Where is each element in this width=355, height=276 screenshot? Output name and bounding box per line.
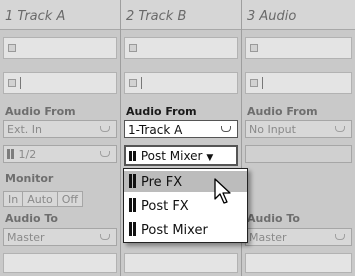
- audio-from-label: Audio From: [126, 105, 197, 118]
- clip-slot[interactable]: [3, 72, 117, 94]
- empty-field: [245, 253, 352, 273]
- stop-icon: [250, 44, 258, 52]
- empty-field: [245, 145, 352, 163]
- clip-slot[interactable]: [245, 37, 352, 59]
- audio-to-label: Audio To: [247, 212, 300, 225]
- audio-from-select[interactable]: 1-Track A: [124, 120, 238, 138]
- bars-icon: [129, 151, 132, 161]
- bars-icon: [129, 198, 137, 216]
- monitor-off-button[interactable]: Off: [56, 191, 84, 207]
- chevron-down-icon: [335, 234, 345, 240]
- triangle-down-icon: ▼: [206, 153, 214, 163]
- channel-select[interactable]: 1/2: [3, 145, 117, 163]
- divider-icon: [262, 77, 263, 89]
- empty-field: [3, 253, 117, 273]
- clip-slot[interactable]: [3, 37, 117, 59]
- track-column-3: 3 Audio Audio From No Input Audio To Mas…: [242, 0, 355, 276]
- bars-icon: [7, 149, 10, 159]
- clip-slot[interactable]: [124, 37, 238, 59]
- track-column-1: 1 Track A Audio From Ext. In 1/2 Monitor…: [0, 0, 121, 276]
- bars-icon: [133, 151, 136, 161]
- stop-icon: [250, 79, 258, 87]
- menu-item-label: Pre FX: [141, 175, 183, 190]
- audio-from-value: Ext. In: [7, 123, 42, 136]
- divider-icon: [20, 77, 21, 89]
- monitor-switch: In Auto Off: [3, 191, 84, 207]
- audio-to-select[interactable]: Master: [245, 228, 352, 246]
- monitor-label: Monitor: [5, 172, 54, 185]
- chevron-down-icon: [100, 151, 110, 157]
- audio-from-label: Audio From: [5, 105, 76, 118]
- track-title-1[interactable]: 1 Track A: [0, 0, 120, 30]
- chevron-down-icon: [221, 126, 231, 132]
- stop-icon: [129, 79, 137, 87]
- monitor-auto-button[interactable]: Auto: [22, 191, 58, 207]
- audio-from-label: Audio From: [247, 105, 318, 118]
- tap-point-select[interactable]: Post Mixer ▼: [124, 145, 238, 166]
- channel-value: 1/2: [18, 148, 37, 161]
- audio-from-value: 1-Track A: [128, 123, 183, 137]
- audio-from-select[interactable]: No Input: [245, 120, 352, 138]
- track-title-3[interactable]: 3 Audio: [242, 0, 355, 30]
- track-title-2[interactable]: 2 Track B: [121, 0, 241, 30]
- clip-slot[interactable]: [124, 72, 238, 94]
- audio-to-value: Master: [7, 231, 45, 244]
- audio-to-select[interactable]: Master: [3, 228, 117, 246]
- empty-field: [124, 253, 238, 273]
- divider-icon: [141, 77, 142, 89]
- bars-icon: [129, 174, 137, 192]
- chevron-down-icon: [335, 126, 345, 132]
- audio-from-value: No Input: [249, 123, 296, 136]
- chevron-down-icon: [100, 126, 110, 132]
- tap-point-value: Post Mixer: [140, 149, 203, 163]
- clip-slot[interactable]: [245, 72, 352, 94]
- monitor-in-button[interactable]: In: [3, 191, 24, 207]
- audio-to-label: Audio To: [5, 212, 58, 225]
- audio-from-select[interactable]: Ext. In: [3, 120, 117, 138]
- menu-item-post-mixer[interactable]: Post Mixer: [124, 219, 247, 240]
- menu-item-label: Post FX: [141, 199, 189, 214]
- cursor-icon: [214, 178, 231, 204]
- bars-icon: [129, 222, 137, 240]
- stop-icon: [8, 44, 16, 52]
- audio-to-value: Master: [249, 231, 287, 244]
- stop-icon: [129, 44, 137, 52]
- menu-item-label: Post Mixer: [141, 223, 208, 238]
- chevron-down-icon: [100, 234, 110, 240]
- bars-icon: [11, 149, 14, 159]
- stop-icon: [8, 79, 16, 87]
